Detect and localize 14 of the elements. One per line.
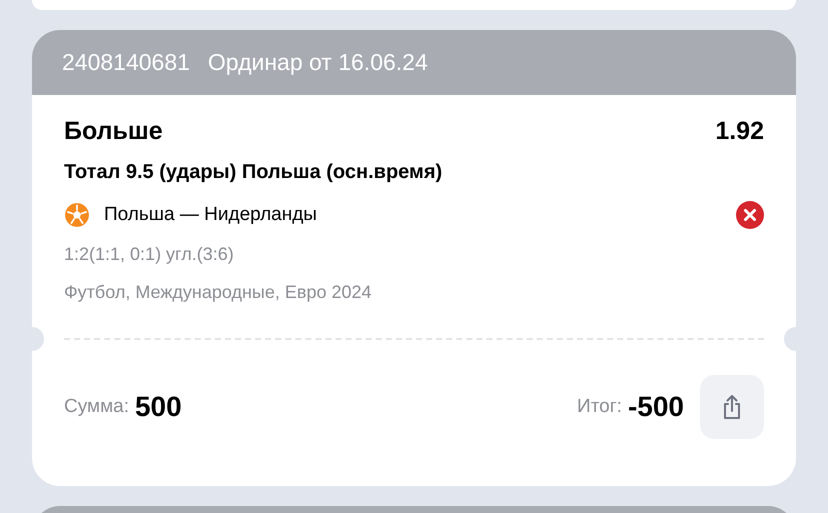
event-name: Польша — Нидерланды	[104, 204, 318, 226]
bet-number: 2408140681	[62, 49, 190, 76]
score-text: 1:2(1:1, 0:1) угл.(3:6)	[64, 243, 235, 266]
share-button[interactable]	[700, 375, 764, 439]
bet-outcome: Больше	[64, 116, 163, 146]
tournament-text: Футбол, Международные, Евро 2024	[64, 281, 373, 304]
bet-odds: 1.92	[715, 116, 764, 146]
market-text: Тотал 9.5 (удары) Польша (осн.время)	[64, 160, 444, 185]
stake-label: Сумма:	[64, 396, 129, 418]
stake-amount: 500	[134, 391, 182, 423]
total-label: Итог:	[577, 396, 622, 418]
soccer-ball-icon	[64, 202, 90, 228]
bet-type: Ординар от 16.06.24	[208, 49, 428, 76]
total-amount: -500	[628, 391, 684, 423]
